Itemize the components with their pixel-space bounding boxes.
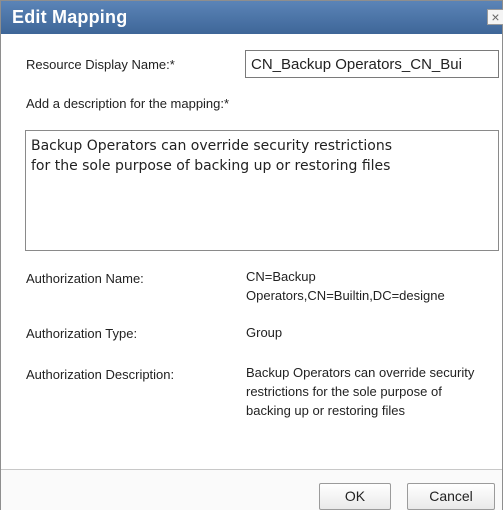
dialog-titlebar: Edit Mapping × bbox=[1, 1, 503, 34]
ok-button[interactable]: OK bbox=[319, 483, 391, 510]
authorization-description-label: Authorization Description: bbox=[26, 367, 175, 382]
authorization-description-value: Backup Operators can override security r… bbox=[246, 365, 475, 418]
authorization-name-label: Authorization Name: bbox=[26, 271, 144, 286]
authorization-type-label: Authorization Type: bbox=[26, 326, 138, 341]
description-label: Add a description for the mapping:* bbox=[26, 96, 230, 111]
close-icon[interactable]: × bbox=[487, 9, 503, 25]
resource-display-name-input[interactable]: CN_Backup Operators_CN_Bui bbox=[245, 50, 499, 78]
authorization-name-value-line2: Operators,CN=Builtin,DC=designe bbox=[246, 288, 445, 303]
dialog-footer: OK Cancel bbox=[1, 469, 502, 510]
authorization-type-value: Group bbox=[246, 325, 283, 340]
cancel-button[interactable]: Cancel bbox=[407, 483, 495, 510]
description-textarea[interactable]: Backup Operators can override security r… bbox=[25, 130, 499, 251]
resource-display-name-label: Resource Display Name:* bbox=[26, 57, 175, 72]
edit-mapping-dialog: Edit Mapping × Resource Display Name:* C… bbox=[0, 0, 503, 510]
dialog-title: Edit Mapping bbox=[12, 7, 128, 27]
authorization-name-value-line1: CN=Backup bbox=[246, 269, 316, 284]
